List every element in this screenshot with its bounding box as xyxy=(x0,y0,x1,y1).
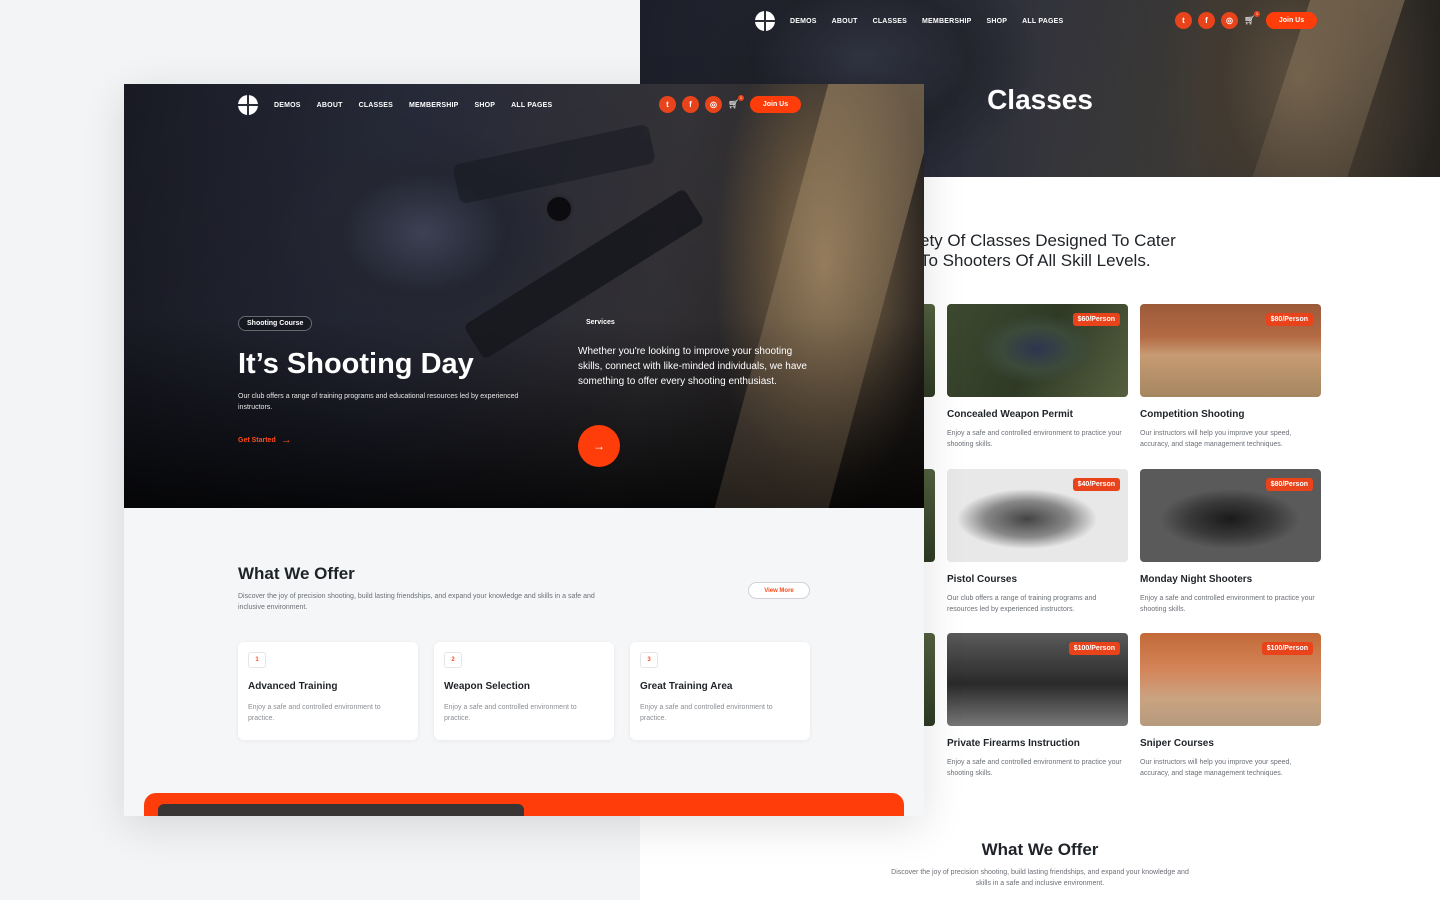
nav-link-classes[interactable]: CLASSES xyxy=(873,18,907,25)
class-image[interactable]: $40/Person xyxy=(947,469,1128,562)
nav-link-membership[interactable]: MEMBERSHIP xyxy=(922,18,971,25)
home-page: DEMOS ABOUT CLASSES MEMBERSHIP SHOP ALL … xyxy=(124,84,924,816)
class-description: Our instructors will help you improve yo… xyxy=(1140,759,1292,777)
offer-name: Weapon Selection xyxy=(444,681,530,692)
class-name[interactable]: Concealed Weapon Permit xyxy=(947,409,1128,420)
nav-link-all-pages[interactable]: ALL PAGES xyxy=(1022,18,1063,25)
price-badge: $40/Person xyxy=(1072,478,1120,491)
nav-link-demos[interactable]: DEMOS xyxy=(790,18,817,25)
nav-link-about[interactable]: ABOUT xyxy=(832,18,858,25)
arrow-right-icon: → xyxy=(593,439,605,453)
offer-card[interactable]: 3 Great Training Area Enjoy a safe and c… xyxy=(630,642,810,740)
class-image[interactable]: $100/Person xyxy=(947,633,1128,726)
cart-icon[interactable]: 🛒︎ 1 xyxy=(1244,10,1260,28)
offer-card-description: Enjoy a safe and controlled environment … xyxy=(248,704,381,722)
cart-count: 1 xyxy=(738,94,744,101)
offer-name: Great Training Area xyxy=(640,681,733,692)
hero-background-detail xyxy=(452,123,656,205)
class-card[interactable]: $80/Person Monday Night Shooters Enjoy a… xyxy=(1140,469,1321,615)
twitter-icon[interactable]: t xyxy=(1175,12,1192,29)
classes-heading-line1: ety Of Classes Designed To Cater xyxy=(920,231,1176,250)
offer-card-description: Enjoy a safe and controlled environment … xyxy=(444,704,577,722)
class-card[interactable]: $80/Person Competition Shooting Our inst… xyxy=(1140,304,1321,450)
price-badge: $60/Person xyxy=(1072,313,1120,326)
facebook-icon[interactable]: f xyxy=(682,96,699,113)
services-text: Whether you're looking to improve your s… xyxy=(578,346,807,387)
offer-number: 3 xyxy=(640,652,658,668)
services-badge: Services xyxy=(586,319,615,326)
price-badge: $100/Person xyxy=(1068,642,1120,655)
offer-name: Advanced Training xyxy=(248,681,338,692)
logo-icon[interactable] xyxy=(238,95,258,115)
promo-banner xyxy=(144,793,904,816)
join-us-button[interactable]: Join Us xyxy=(750,96,801,113)
nav-link-demos[interactable]: DEMOS xyxy=(274,102,301,109)
class-image[interactable]: $100/Person xyxy=(1140,633,1321,726)
offer-card[interactable]: 1 Advanced Training Enjoy a safe and con… xyxy=(238,642,418,740)
twitter-icon[interactable]: t xyxy=(659,96,676,113)
classes-nav: DEMOS ABOUT CLASSES MEMBERSHIP SHOP ALL … xyxy=(755,11,1063,31)
join-us-button[interactable]: Join Us xyxy=(1266,12,1317,29)
nav-link-shop[interactable]: SHOP xyxy=(474,102,495,109)
class-card[interactable]: $100/Person Private Firearms Instruction… xyxy=(947,633,1128,779)
class-description: Enjoy a safe and controlled environment … xyxy=(947,759,1122,777)
home-nav-actions: t f ◎ 🛒︎ 1 Join Us xyxy=(659,94,801,113)
class-card[interactable]: $40/Person Pistol Courses Our club offer… xyxy=(947,469,1128,615)
class-name[interactable]: Pistol Courses xyxy=(947,574,1128,585)
offer-description: Discover the joy of precision shooting, … xyxy=(238,593,595,611)
class-name[interactable]: Competition Shooting xyxy=(1140,409,1321,420)
offer-number: 2 xyxy=(444,652,462,668)
class-name[interactable]: Monday Night Shooters xyxy=(1140,574,1321,585)
nav-link-classes[interactable]: CLASSES xyxy=(359,102,393,109)
offer-title: What We Offer xyxy=(238,564,355,583)
class-card[interactable]: $60/Person Concealed Weapon Permit Enjoy… xyxy=(947,304,1128,450)
cart-icon[interactable]: 🛒︎ 1 xyxy=(728,94,744,112)
class-card[interactable]: $100/Person Sniper Courses Our instructo… xyxy=(1140,633,1321,779)
class-description: Our club offers a range of training prog… xyxy=(947,595,1097,613)
promo-image xyxy=(158,804,524,816)
class-image[interactable]: $80/Person xyxy=(1140,304,1321,397)
get-started-label: Get Started xyxy=(238,436,276,444)
class-description: Enjoy a safe and controlled environment … xyxy=(1140,595,1315,613)
class-image[interactable]: $80/Person xyxy=(1140,469,1321,562)
instagram-icon[interactable]: ◎ xyxy=(1221,12,1238,29)
shooting-course-badge: Shooting Course xyxy=(238,316,313,331)
class-image[interactable]: $60/Person xyxy=(947,304,1128,397)
cart-count: 1 xyxy=(1254,10,1260,17)
class-description: Our instructors will help you improve yo… xyxy=(1140,430,1292,448)
offer-title: What We Offer xyxy=(981,840,1099,859)
hero-background-detail xyxy=(463,188,705,360)
showcase-canvas: DEMOS ABOUT CLASSES MEMBERSHIP SHOP ALL … xyxy=(0,0,1440,900)
price-badge: $80/Person xyxy=(1265,313,1313,326)
classes-nav-actions: t f ◎ 🛒︎ 1 Join Us xyxy=(1175,10,1317,29)
instagram-icon[interactable]: ◎ xyxy=(705,96,722,113)
price-badge: $100/Person xyxy=(1261,642,1313,655)
nav-link-about[interactable]: ABOUT xyxy=(317,102,343,109)
hero-description: Our club offers a range of training prog… xyxy=(238,393,519,411)
view-more-button[interactable]: View More xyxy=(748,582,810,599)
nav-link-all-pages[interactable]: ALL PAGES xyxy=(511,102,552,109)
offer-description: Discover the joy of precision shooting, … xyxy=(891,869,1189,887)
facebook-icon[interactable]: f xyxy=(1198,12,1215,29)
hero-title: It’s Shooting Day xyxy=(238,348,474,380)
classes-heading-line2: To Shooters Of All Skill Levels. xyxy=(920,251,1151,270)
arrow-right-icon: → xyxy=(280,434,292,446)
hero-background-detail xyxy=(713,84,924,508)
nav-link-membership[interactable]: MEMBERSHIP xyxy=(409,102,458,109)
home-nav: DEMOS ABOUT CLASSES MEMBERSHIP SHOP ALL … xyxy=(238,95,552,115)
offer-number: 1 xyxy=(248,652,266,668)
hero-background-detail xyxy=(544,194,574,224)
services-arrow-button[interactable]: → xyxy=(578,425,620,467)
nav-link-shop[interactable]: SHOP xyxy=(986,18,1007,25)
get-started-link[interactable]: Get Started → xyxy=(238,434,292,446)
price-badge: $80/Person xyxy=(1265,478,1313,491)
class-name[interactable]: Sniper Courses xyxy=(1140,738,1321,749)
offer-card-description: Enjoy a safe and controlled environment … xyxy=(640,704,773,722)
offer-card[interactable]: 2 Weapon Selection Enjoy a safe and cont… xyxy=(434,642,614,740)
classes-heading: ety Of Classes Designed To Cater To Shoo… xyxy=(920,231,1176,271)
class-description: Enjoy a safe and controlled environment … xyxy=(947,430,1122,448)
logo-icon[interactable] xyxy=(755,11,775,31)
class-name[interactable]: Private Firearms Instruction xyxy=(947,738,1128,749)
